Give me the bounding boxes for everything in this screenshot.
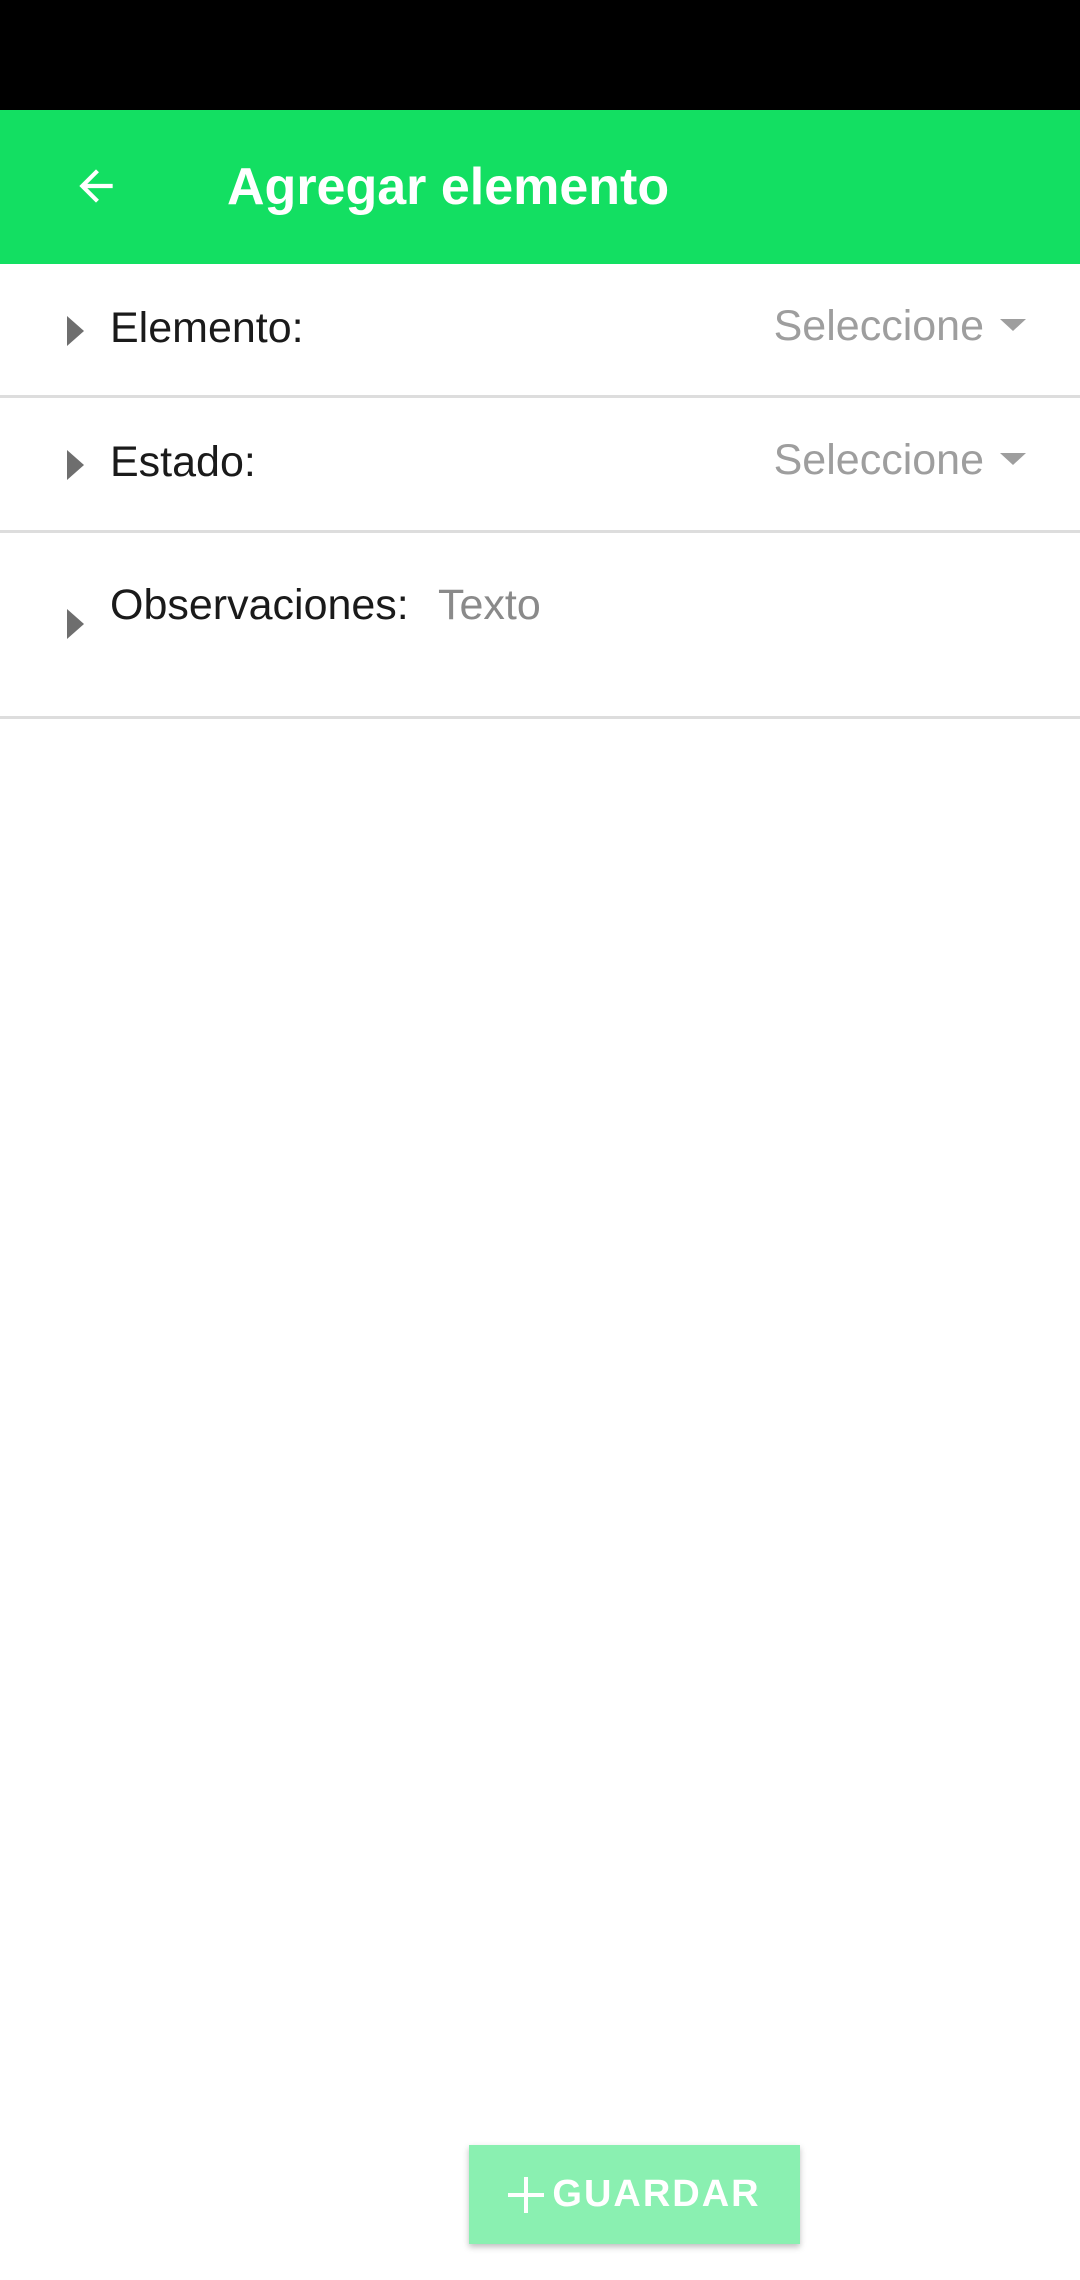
- estado-label: Estado:: [110, 438, 256, 486]
- dropdown-arrow-icon: [1000, 452, 1026, 465]
- app-bar: Agregar elemento: [0, 110, 1080, 264]
- observaciones-input[interactable]: [438, 575, 1018, 635]
- elemento-select[interactable]: Seleccione: [774, 302, 1026, 351]
- plus-icon: [508, 2176, 545, 2213]
- elemento-select-value: Seleccione: [773, 302, 984, 350]
- estado-select-value: Seleccione: [773, 436, 984, 484]
- caret-right-icon: [67, 450, 84, 480]
- elemento-row[interactable]: Elemento: Seleccione: [0, 264, 1080, 398]
- estado-row[interactable]: Estado: Seleccione: [0, 398, 1080, 533]
- observaciones-row: Observaciones:: [0, 533, 1080, 719]
- back-button[interactable]: [60, 150, 132, 222]
- dropdown-arrow-icon: [1000, 318, 1026, 331]
- arrow-left-icon: [79, 169, 113, 203]
- page-title: Agregar elemento: [227, 158, 670, 216]
- observaciones-label: Observaciones:: [110, 581, 409, 629]
- elemento-label: Elemento:: [110, 304, 304, 352]
- caret-right-icon: [67, 316, 84, 346]
- save-button[interactable]: GUARDAR: [469, 2145, 800, 2244]
- estado-select[interactable]: Seleccione: [774, 436, 1026, 485]
- status-bar: [0, 0, 1080, 110]
- caret-right-icon: [67, 609, 84, 639]
- save-button-label: GUARDAR: [552, 2173, 761, 2215]
